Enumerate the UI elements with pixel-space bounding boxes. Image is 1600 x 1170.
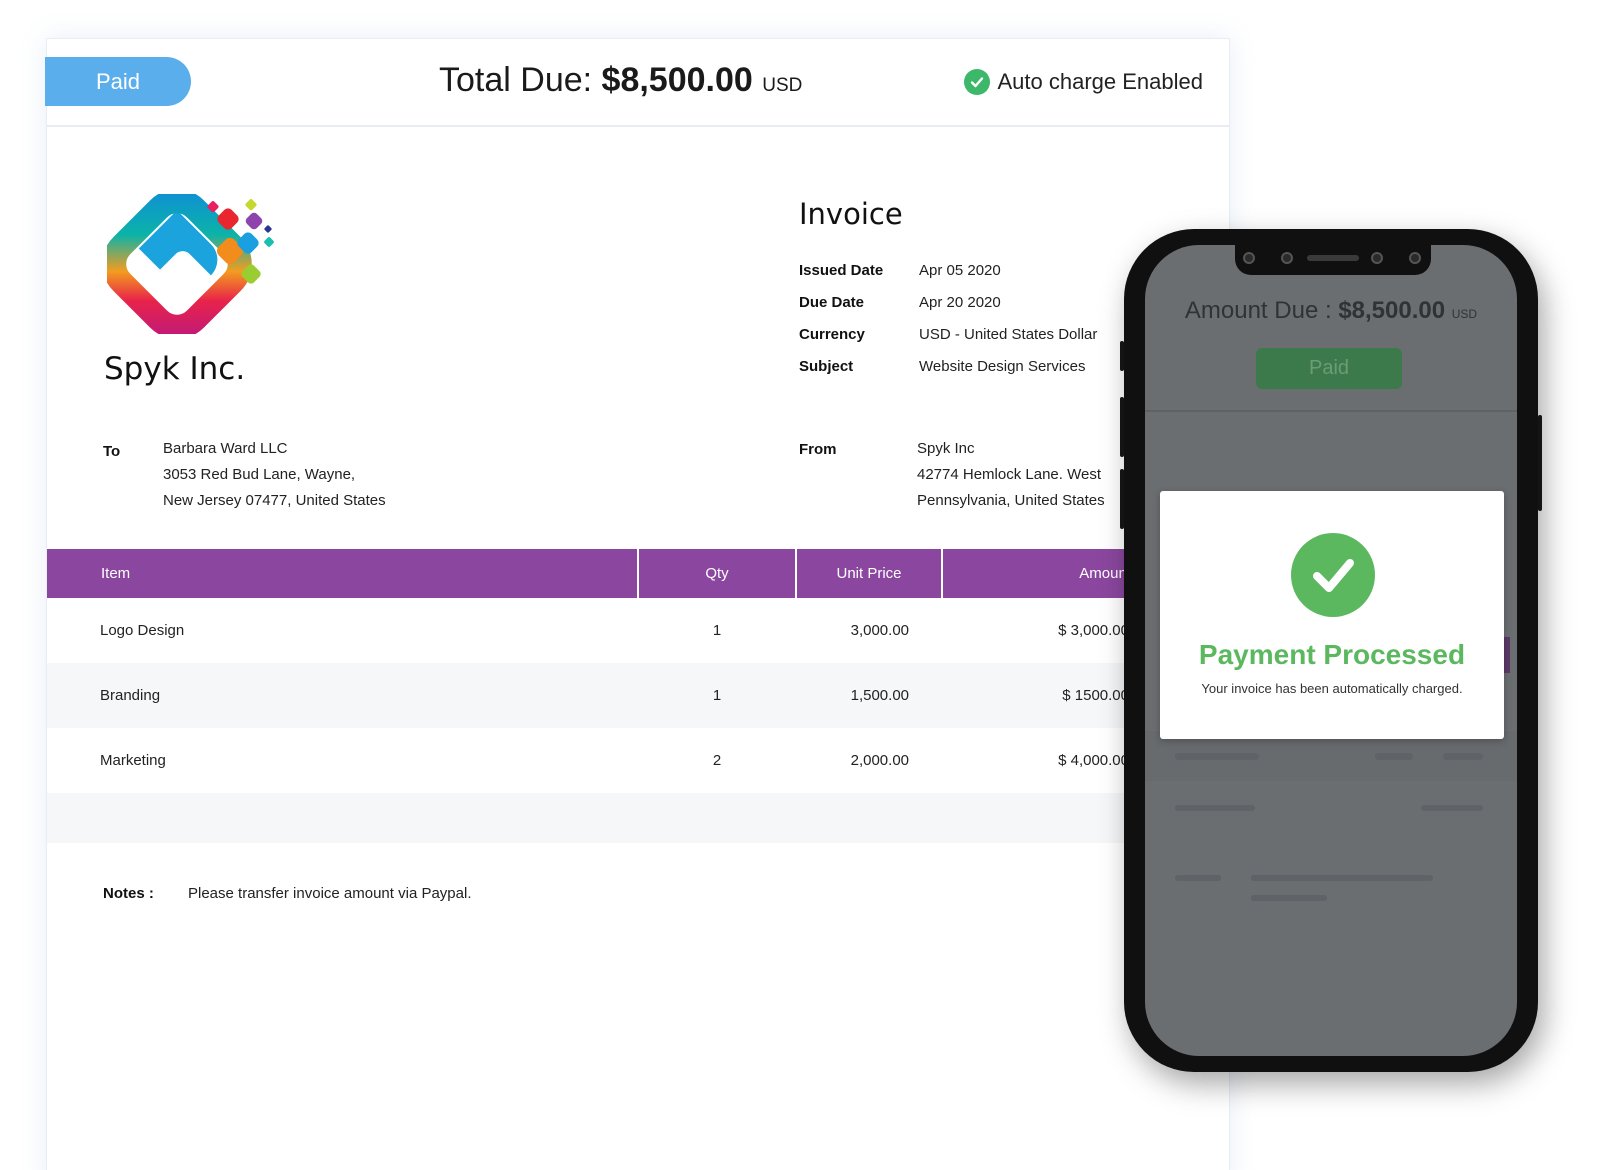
camera-icon (1409, 252, 1421, 264)
phone-side-button (1120, 397, 1124, 457)
check-circle-icon (963, 69, 990, 95)
column-header-item: Item (47, 549, 637, 598)
success-check-icon (1291, 533, 1375, 617)
total-due-amount: $8,500.00 (601, 61, 753, 99)
placeholder-bar (1421, 805, 1483, 811)
table-row-spacer (47, 793, 1147, 843)
table-header: Item Qty Unit Price Amount (47, 549, 1147, 598)
phone-amount-due: Amount Due : $8,500.00 USD (1145, 297, 1517, 325)
table-row: Marketing 2 2,000.00 $ 4,000.00 (47, 728, 1147, 793)
camera-icon (1243, 252, 1255, 264)
column-header-amount: Amount (943, 549, 1143, 598)
total-due-currency: USD (762, 75, 803, 96)
phone-amount-value: $8,500.00 (1338, 297, 1446, 324)
cell-amount: $ 3,000.00 (1058, 622, 1129, 639)
invoice-meta: Issued Date Apr 05 2020 Due Date Apr 20 … (799, 254, 1097, 382)
table-header-peek (1504, 637, 1510, 673)
cell-amount: $ 4,000.00 (1058, 752, 1129, 769)
cell-item: Branding (100, 687, 161, 704)
meta-value: Website Design Services (919, 357, 1086, 375)
to-address: Barbara Ward LLC 3053 Red Bud Lane, Wayn… (163, 436, 386, 514)
payment-processed-dialog: Payment Processed Your invoice has been … (1160, 491, 1504, 739)
meta-row-currency: Currency USD - United States Dollar (799, 318, 1097, 350)
from-line: Spyk Inc (917, 440, 975, 457)
company-name: Spyk Inc. (104, 351, 246, 387)
meta-row-subject: Subject Website Design Services (799, 350, 1097, 382)
total-due: Total Due: $8,500.00 USD (439, 61, 802, 100)
auto-charge-status: Auto charge Enabled (963, 69, 1204, 95)
total-due-label: Total Due: (439, 61, 593, 99)
phone-side-button (1120, 469, 1124, 529)
placeholder-bar (1251, 895, 1327, 901)
meta-row-due-date: Due Date Apr 20 2020 (799, 286, 1097, 318)
auto-charge-label: Auto charge Enabled (997, 69, 1204, 94)
invoice-top-bar: Paid Total Due: $8,500.00 USD Auto charg… (45, 39, 1229, 127)
from-label: From (799, 441, 837, 458)
from-line: Pennsylvania, United States (917, 492, 1105, 509)
column-header-qty: Qty (639, 549, 795, 598)
placeholder-bar (1175, 753, 1259, 760)
paid-status-badge: Paid (45, 57, 191, 106)
placeholder-bar (1251, 875, 1433, 881)
speaker-icon (1307, 255, 1359, 261)
cell-unit-price: 3,000.00 (850, 622, 909, 639)
from-line: 42774 Hemlock Lane. West (917, 466, 1101, 483)
notes-text: Please transfer invoice amount via Paypa… (188, 885, 472, 902)
cell-item: Marketing (100, 752, 166, 769)
meta-label: Subject (799, 357, 854, 375)
spyk-logo (107, 194, 274, 334)
placeholder-bar (1175, 805, 1255, 811)
meta-label: Currency (799, 325, 865, 343)
dialog-title: Payment Processed (1198, 639, 1466, 670)
to-line: 3053 Red Bud Lane, Wayne, (163, 466, 356, 483)
cell-qty: 1 (712, 622, 722, 639)
invoice-heading: Invoice (799, 197, 903, 231)
to-label: To (103, 443, 121, 460)
placeholder-bar (1375, 753, 1413, 760)
cell-qty: 2 (712, 752, 722, 769)
meta-row-issued-date: Issued Date Apr 05 2020 (799, 254, 1097, 286)
cell-unit-price: 1,500.00 (850, 687, 909, 704)
meta-value: USD - United States Dollar (919, 325, 1098, 343)
cell-unit-price: 2,000.00 (850, 752, 909, 769)
table-row: Branding 1 1,500.00 $ 1500.00 (47, 663, 1147, 728)
meta-label: Due Date (799, 293, 865, 311)
table-row: Logo Design 1 3,000.00 $ 3,000.00 (47, 598, 1147, 663)
placeholder-bar (1443, 753, 1483, 760)
meta-label: Issued Date (799, 261, 884, 279)
phone-side-button (1538, 415, 1542, 511)
from-address: Spyk Inc 42774 Hemlock Lane. West Pennsy… (917, 436, 1105, 514)
notes-label: Notes : (103, 885, 154, 902)
to-line: New Jersey 07477, United States (163, 492, 386, 509)
notes: Notes : Please transfer invoice amount v… (103, 885, 471, 902)
cell-qty: 1 (712, 687, 722, 704)
phone-notch (1235, 245, 1431, 275)
placeholder-bar (1175, 875, 1221, 881)
phone-paid-badge: Paid (1256, 348, 1402, 389)
phone-side-button (1120, 341, 1124, 371)
cell-item: Logo Design (100, 622, 185, 639)
items-table: Item Qty Unit Price Amount Logo Design 1… (47, 549, 1147, 843)
phone-divider (1145, 410, 1517, 412)
camera-icon (1281, 252, 1293, 264)
dialog-subtitle: Your invoice has been automatically char… (1201, 681, 1463, 696)
meta-value: Apr 05 2020 (919, 261, 1001, 279)
meta-value: Apr 20 2020 (919, 293, 1001, 311)
to-line: Barbara Ward LLC (163, 440, 288, 457)
invoice-card: Paid Total Due: $8,500.00 USD Auto charg… (45, 38, 1230, 1170)
camera-icon (1371, 252, 1383, 264)
column-header-unit-price: Unit Price (797, 549, 941, 598)
cell-amount: $ 1500.00 (1062, 687, 1129, 704)
phone-amount-currency: USD (1451, 307, 1478, 321)
phone-amount-label: Amount Due : (1184, 297, 1332, 324)
table-body: Logo Design 1 3,000.00 $ 3,000.00 Brandi… (47, 598, 1147, 843)
